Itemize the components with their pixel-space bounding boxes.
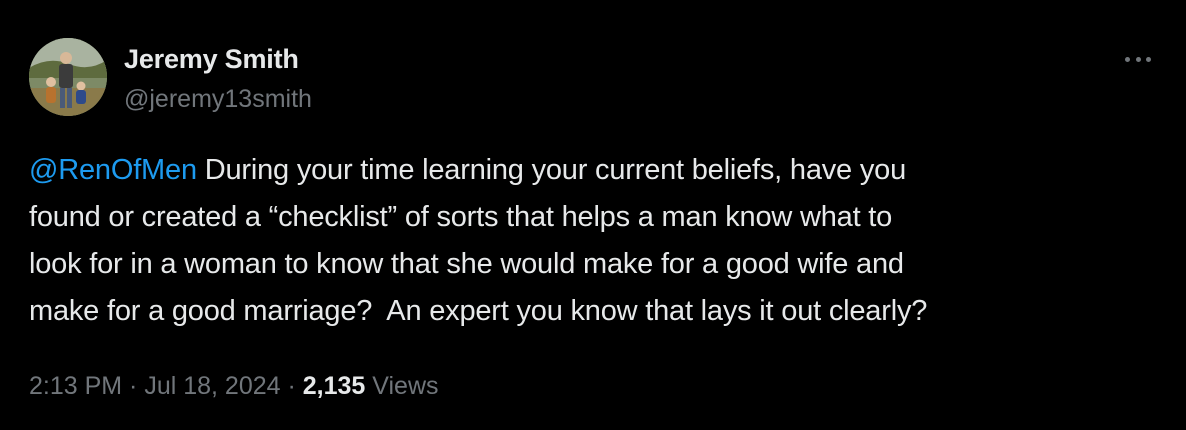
- avatar-photo-icon: [29, 38, 107, 116]
- mention-link[interactable]: @RenOfMen: [29, 154, 197, 186]
- meta-separator: ·: [122, 372, 145, 400]
- more-options-icon[interactable]: [1122, 46, 1154, 72]
- tweet-line-2: found or created a “checklist” of sorts …: [29, 201, 893, 233]
- tweet-text: @RenOfMen During your time learning your…: [29, 147, 1149, 335]
- more-dot-icon: [1146, 56, 1151, 62]
- avatar[interactable]: [29, 38, 107, 116]
- tweet-line-4: make for a good marriage? An expert you …: [29, 295, 928, 327]
- author-handle[interactable]: @jeremy13smith: [124, 85, 312, 114]
- author-name[interactable]: Jeremy Smith: [124, 44, 299, 75]
- meta-separator: ·: [280, 372, 303, 400]
- tweet-meta: 2:13 PM · Jul 18, 2024 · 2,135 Views: [29, 372, 439, 401]
- views-label: Views: [365, 372, 439, 400]
- tweet-line-1: @RenOfMen During your time learning your…: [29, 147, 1149, 194]
- tweet-line-3: look for in a woman to know that she wou…: [29, 248, 904, 280]
- more-dot-icon: [1125, 56, 1130, 62]
- more-dot-icon: [1135, 56, 1141, 62]
- views-count[interactable]: 2,135: [303, 372, 366, 400]
- tweet-card: Jeremy Smith @jeremy13smith @RenOfMen Du…: [0, 0, 1186, 430]
- tweet-date[interactable]: Jul 18, 2024: [144, 372, 280, 400]
- tweet-time[interactable]: 2:13 PM: [29, 372, 122, 400]
- tweet-line-text: During your time learning your current b…: [196, 154, 907, 186]
